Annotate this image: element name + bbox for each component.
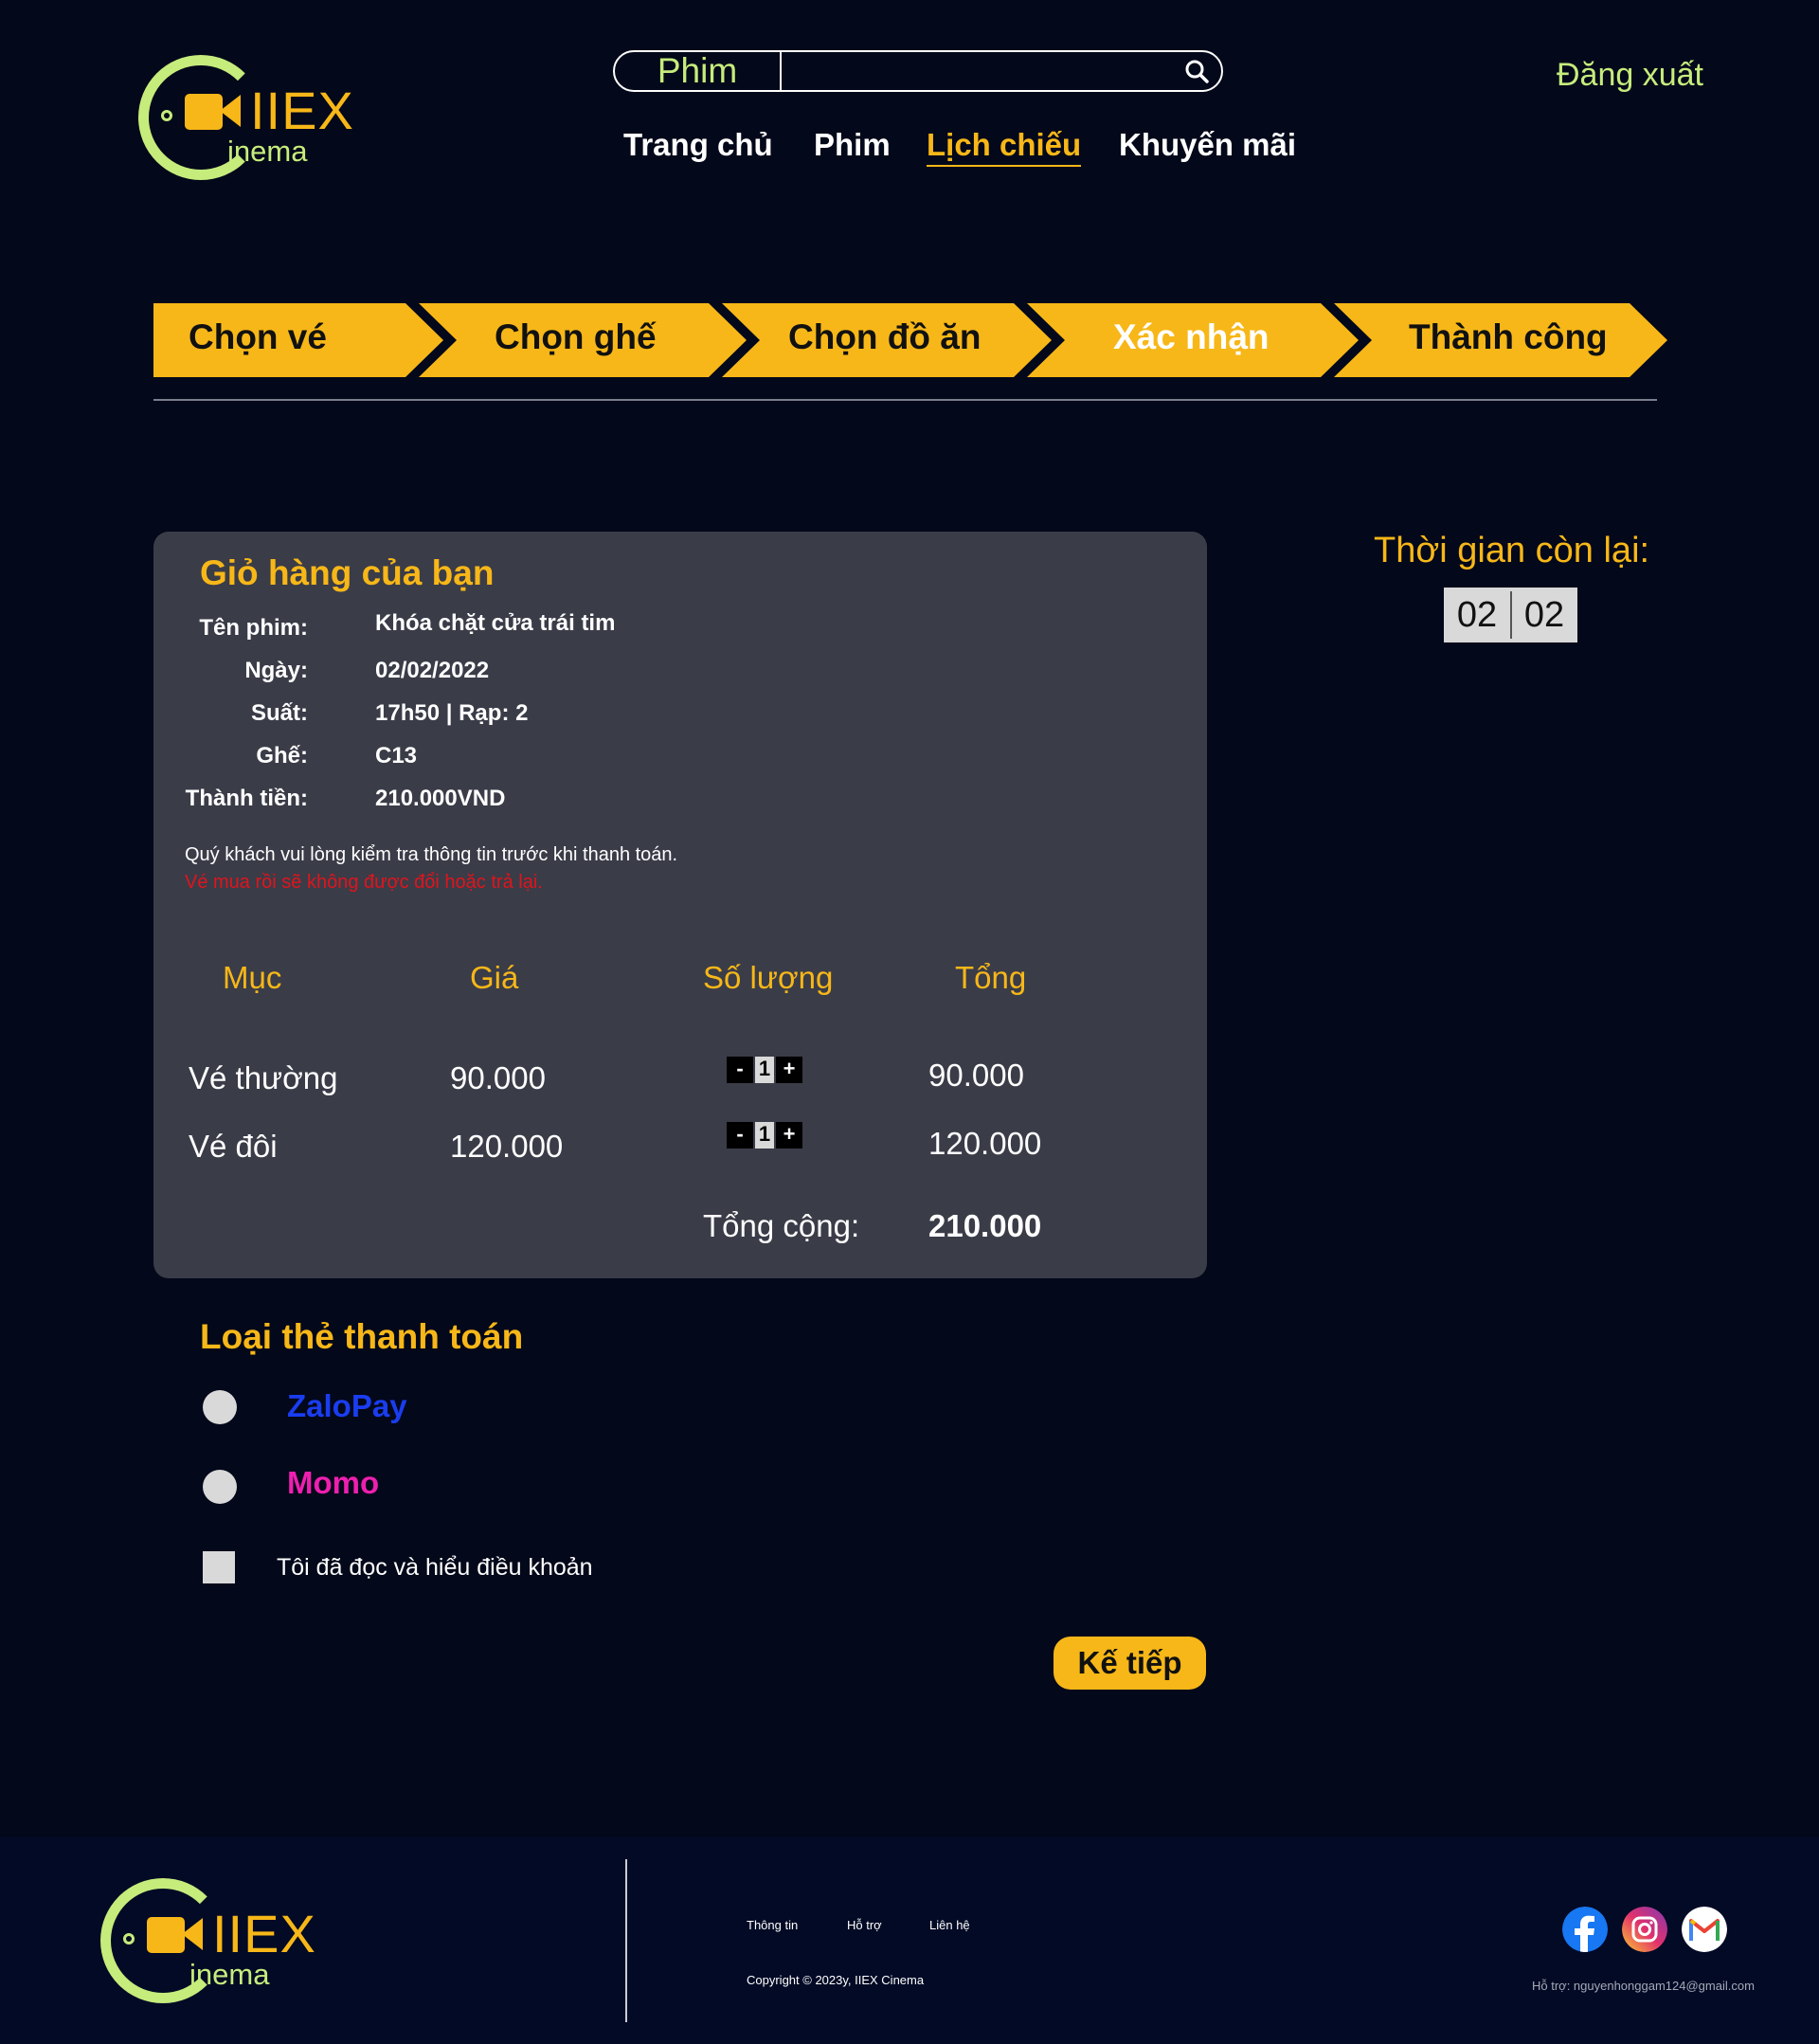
logo-dot [123, 1933, 135, 1945]
camera-lens-icon [182, 1918, 203, 1950]
timer-minutes: 02 [1456, 595, 1498, 635]
footer-link-contact[interactable]: Liên hệ [929, 1918, 970, 1932]
camera-icon [185, 94, 223, 130]
seat-value: C13 [375, 743, 418, 769]
instagram-icon[interactable] [1622, 1907, 1667, 1952]
zalopay-label[interactable]: ZaloPay [287, 1388, 407, 1424]
cart-panel: Giỏ hàng của bạn Tên phim: Khóa chặt cửa… [153, 532, 1207, 1278]
camera-icon [147, 1917, 185, 1953]
terms-label[interactable]: Tôi đã đọc và hiểu điều khoản [277, 1554, 593, 1582]
nav-schedule[interactable]: Lịch chiếu [927, 127, 1082, 167]
row-item: Vé thường [189, 1060, 338, 1095]
notice-text: Quý khách vui lòng kiểm tra thông tin tr… [185, 844, 678, 865]
row-price: 120.000 [450, 1129, 564, 1164]
cart-title: Giỏ hàng của bạn [200, 553, 495, 592]
quantity-value[interactable]: 1 [755, 1057, 774, 1083]
step-confirm[interactable]: Xác nhận [1113, 317, 1270, 357]
row-total: 90.000 [928, 1058, 1024, 1093]
showtime-value: 17h50 | Rạp: 2 [375, 700, 529, 726]
nav-promotions[interactable]: Khuyến mãi [1119, 127, 1296, 163]
footer-logo[interactable]: IIEX inema [95, 1874, 322, 2007]
terms-checkbox[interactable] [203, 1551, 235, 1583]
payment-title: Loại thẻ thanh toán [200, 1317, 524, 1356]
logo-dot [161, 110, 172, 121]
gmail-icon[interactable] [1682, 1907, 1727, 1952]
quantity-stepper: - 1 + [727, 1122, 802, 1149]
nav-movies[interactable]: Phim [814, 127, 891, 163]
logout-link[interactable]: Đăng xuất [1557, 57, 1703, 94]
step-success[interactable]: Thành công [1409, 317, 1608, 357]
logo-text: IIEX [212, 1904, 316, 1963]
search-bar: Phim [613, 50, 1223, 92]
logo-subtext: inema [227, 135, 308, 168]
logo[interactable]: IIEX inema [133, 51, 360, 184]
booking-steps: Chọn vé Chọn ghế Chọn đồ ăn Xác nhận Thà… [153, 303, 1667, 377]
col-price: Giá [470, 960, 519, 995]
step-choose-ticket[interactable]: Chọn vé [189, 317, 327, 357]
camera-lens-icon [220, 95, 241, 127]
row-price: 90.000 [450, 1060, 546, 1095]
increase-button[interactable]: + [776, 1057, 802, 1083]
grand-total-label: Tổng cộng: [703, 1208, 860, 1243]
step-choose-food[interactable]: Chọn đồ ăn [788, 317, 981, 357]
amount-value: 210.000VND [375, 786, 506, 811]
showtime-label: Suất: [251, 700, 308, 726]
row-item: Vé đôi [189, 1129, 278, 1164]
footer: IIEX inema Thông tin Hỗ trợ Liên hệ Copy… [0, 1836, 1819, 2044]
logo-text: IIEX [250, 81, 354, 140]
support-email: Hỗ trợ: nguyenhonggam124@gmail.com [1532, 1979, 1755, 1993]
footer-divider [625, 1859, 627, 2022]
timer-seconds: 02 [1523, 595, 1565, 635]
quantity-stepper: - 1 + [727, 1057, 802, 1083]
seat-label: Ghế: [256, 743, 308, 769]
warning-text: Vé mua rồi sẽ không được đổi hoặc trả lạ… [185, 872, 543, 893]
steps-divider [153, 399, 1657, 401]
search-icon[interactable] [1183, 58, 1210, 84]
movie-name-value: Khóa chặt cửa trái tim [375, 610, 616, 636]
momo-label[interactable]: Momo [287, 1465, 379, 1501]
next-button[interactable]: Kế tiếp [1054, 1637, 1206, 1690]
countdown-timer: 02 02 [1444, 588, 1577, 642]
quantity-value[interactable]: 1 [755, 1122, 774, 1149]
timer-label: Thời gian còn lại: [1374, 531, 1650, 570]
row-total: 120.000 [928, 1126, 1042, 1161]
copyright: Copyright © 2023y, IIEX Cinema [747, 1973, 925, 1987]
facebook-icon[interactable] [1562, 1907, 1608, 1952]
search-input[interactable] [783, 54, 1166, 90]
col-item: Mục [223, 960, 282, 995]
decrease-button[interactable]: - [727, 1122, 753, 1149]
amount-label: Thành tiền: [185, 786, 308, 811]
decrease-button[interactable]: - [727, 1057, 753, 1083]
increase-button[interactable]: + [776, 1122, 802, 1149]
date-value: 02/02/2022 [375, 658, 490, 683]
grand-total-value: 210.000 [928, 1208, 1042, 1243]
movie-name-label: Tên phim: [199, 615, 308, 641]
zalopay-radio[interactable] [203, 1390, 237, 1424]
step-choose-seat[interactable]: Chọn ghế [495, 317, 657, 357]
momo-radio[interactable] [203, 1470, 237, 1504]
col-quantity: Số lượng [703, 960, 834, 995]
logo-subtext: inema [189, 1958, 270, 1991]
date-label: Ngày: [244, 658, 308, 683]
col-total: Tổng [955, 960, 1027, 995]
search-category[interactable]: Phim [615, 52, 782, 90]
footer-link-info[interactable]: Thông tin [747, 1918, 798, 1932]
nav-home[interactable]: Trang chủ [623, 127, 773, 163]
footer-link-support[interactable]: Hỗ trợ [847, 1918, 882, 1932]
